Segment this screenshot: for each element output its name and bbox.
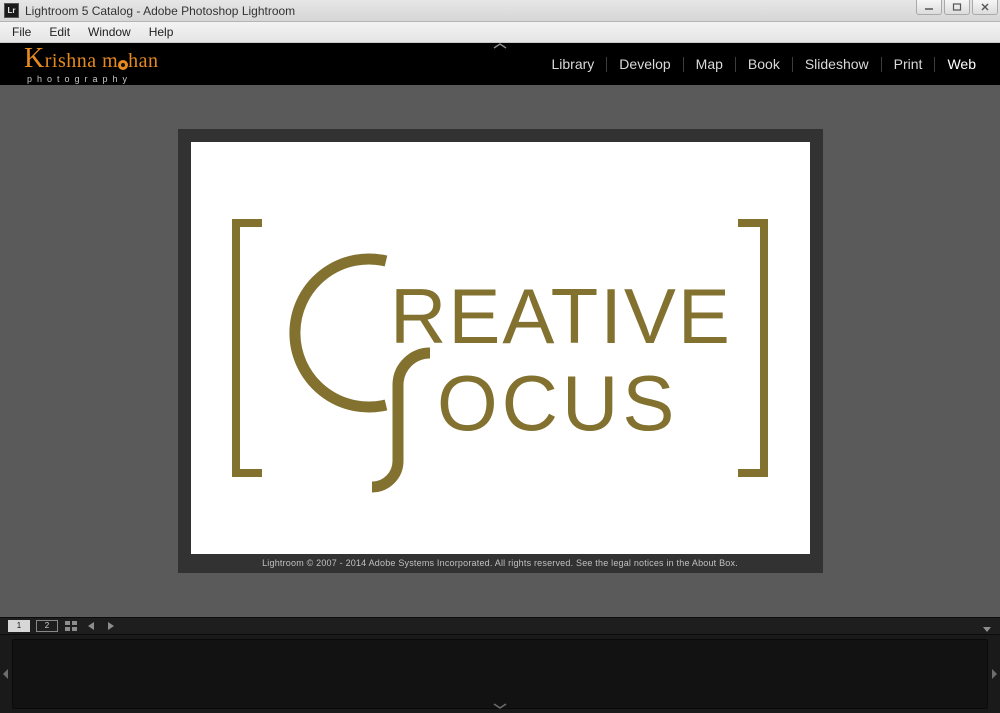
identity-line1: Krishna mhan — [24, 45, 159, 73]
maximize-button[interactable] — [944, 0, 970, 15]
splash-footer-text: Lightroom © 2007 - 2014 Adobe Systems In… — [191, 554, 810, 569]
window-titlebar: Lr Lightroom 5 Catalog - Adobe Photoshop… — [0, 0, 1000, 22]
filmstrip-collapse-handle[interactable] — [492, 702, 508, 712]
module-slideshow[interactable]: Slideshow — [793, 57, 882, 72]
splash-image: REATIVE OCUS — [191, 142, 810, 554]
menu-file[interactable]: File — [4, 23, 39, 41]
page-indicator-1[interactable]: 1 — [8, 620, 30, 632]
module-book[interactable]: Book — [736, 57, 793, 72]
filmstrip-track[interactable] — [12, 639, 988, 709]
module-print[interactable]: Print — [882, 57, 936, 72]
module-header: Krishna mhan photography Library Develop… — [0, 43, 1000, 85]
header-collapse-handle[interactable] — [486, 42, 514, 50]
menu-window[interactable]: Window — [80, 23, 139, 41]
identity-line2: photography — [24, 75, 159, 84]
next-arrow-icon[interactable] — [104, 620, 118, 632]
module-library[interactable]: Library — [540, 57, 608, 72]
menubar: File Edit Window Help — [0, 22, 1000, 43]
aperture-dot-icon — [118, 60, 128, 70]
app-icon: Lr — [4, 3, 19, 18]
menu-help[interactable]: Help — [141, 23, 182, 41]
identity-plate[interactable]: Krishna mhan photography — [24, 45, 159, 84]
close-button[interactable] — [972, 0, 998, 15]
prev-arrow-icon[interactable] — [84, 620, 98, 632]
svg-text:REATIVE: REATIVE — [390, 272, 732, 360]
page-indicator-2[interactable]: 2 — [36, 620, 58, 632]
module-map[interactable]: Map — [684, 57, 736, 72]
splash-panel: REATIVE OCUS Lightroom © 2007 - 2014 Ado… — [178, 129, 823, 573]
filmstrip-toolbar: 1 2 — [0, 617, 1000, 635]
window-title: Lightroom 5 Catalog - Adobe Photoshop Li… — [25, 4, 295, 18]
work-area: REATIVE OCUS Lightroom © 2007 - 2014 Ado… — [0, 85, 1000, 617]
svg-text:OCUS: OCUS — [437, 359, 678, 447]
module-web[interactable]: Web — [935, 57, 988, 72]
module-picker: Library Develop Map Book Slideshow Print… — [540, 57, 989, 72]
grid-view-icon[interactable] — [64, 620, 78, 632]
menu-edit[interactable]: Edit — [41, 23, 78, 41]
filmstrip — [0, 635, 1000, 713]
filmstrip-right-handle[interactable] — [988, 635, 1000, 713]
module-develop[interactable]: Develop — [607, 57, 683, 72]
creative-focus-logo: REATIVE OCUS — [220, 203, 780, 493]
filmstrip-left-handle[interactable] — [0, 635, 12, 713]
minimize-button[interactable] — [916, 0, 942, 15]
